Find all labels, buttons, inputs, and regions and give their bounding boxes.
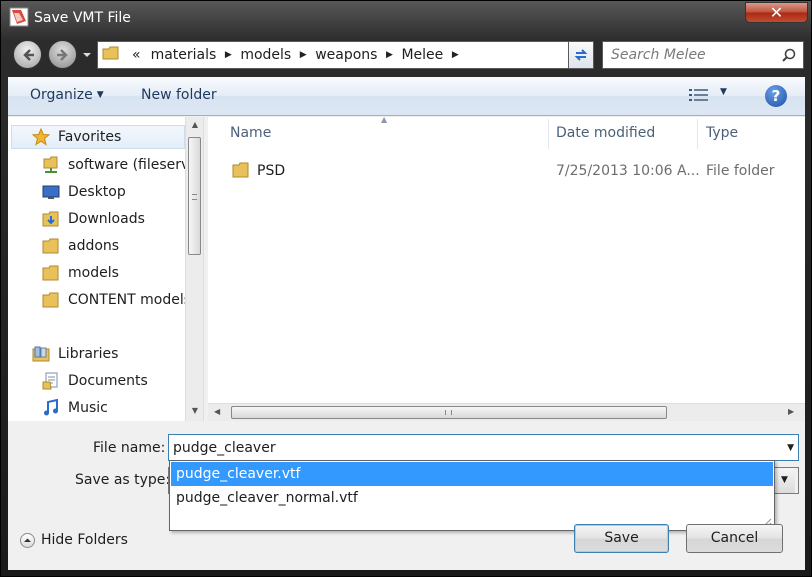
navpane-vertical-scrollbar[interactable]: ▲ ▼ (185, 117, 203, 421)
breadcrumb-item[interactable]: materials ▶ (147, 47, 237, 63)
scrollbar-thumb[interactable] (231, 406, 667, 419)
column-divider[interactable] (548, 119, 549, 149)
nav-addons[interactable]: addons (8, 234, 186, 258)
search-box[interactable] (602, 41, 804, 69)
help-icon: ? (771, 87, 781, 105)
star-icon (32, 128, 50, 146)
nav-music[interactable]: Music (8, 396, 186, 420)
file-list: ▲ Name Date modified Type PSD 7/25/2013 … (208, 115, 805, 421)
refresh-icon (574, 49, 588, 61)
dialog-body: Organize ▼ New folder ▼ ? Favorites soft… (8, 77, 805, 570)
autocomplete-dropdown: pudge_cleaver.vtf pudge_cleaver_normal.v… (169, 460, 775, 531)
file-name-input[interactable] (169, 435, 769, 460)
search-input[interactable] (603, 42, 773, 68)
file-type: File folder (706, 163, 775, 179)
save-button[interactable]: Save (574, 524, 669, 553)
refresh-button[interactable] (568, 41, 594, 69)
new-folder-button[interactable]: New folder (141, 87, 217, 103)
autocomplete-item[interactable]: pudge_cleaver_normal.vtf (171, 486, 773, 510)
documents-icon (42, 372, 58, 390)
chevron-down-icon[interactable]: ▼ (787, 443, 794, 453)
help-button[interactable]: ? (765, 85, 787, 107)
filelist-horizontal-scrollbar[interactable]: ◀ ▶ (208, 403, 805, 421)
column-header-name[interactable]: Name (230, 117, 271, 149)
autocomplete-item[interactable]: pudge_cleaver.vtf (171, 462, 773, 486)
arrow-left-icon (23, 49, 34, 61)
close-button[interactable]: ✕ (745, 2, 808, 23)
file-date: 7/25/2013 10:06 A... (556, 163, 700, 179)
music-icon (44, 399, 58, 416)
organize-button[interactable]: Organize ▼ (30, 87, 104, 103)
scroll-grip-icon (192, 194, 197, 200)
scroll-up-icon[interactable]: ▲ (190, 120, 200, 130)
folder-icon (42, 292, 59, 308)
vmt-app-icon (9, 7, 29, 27)
change-view-button[interactable]: ▼ (688, 87, 738, 107)
file-name-label: File name: (93, 440, 166, 456)
chevron-down-icon: ▼ (96, 90, 104, 100)
column-divider[interactable] (697, 119, 698, 149)
close-icon: ✕ (769, 3, 784, 22)
search-icon[interactable] (781, 48, 797, 64)
folder-icon (232, 162, 249, 178)
chevron-right-icon[interactable]: ▶ (295, 47, 311, 63)
breadcrumb-overflow[interactable]: « (126, 47, 147, 63)
libraries-icon (32, 346, 50, 362)
scroll-left-icon[interactable]: ◀ (214, 407, 220, 416)
column-header-date[interactable]: Date modified (556, 117, 655, 149)
downloads-folder-icon (42, 211, 59, 227)
nav-documents[interactable]: Documents (8, 369, 186, 393)
nav-desktop[interactable]: Desktop (8, 180, 186, 204)
nav-favorites[interactable]: Favorites (11, 125, 185, 149)
scroll-down-icon[interactable]: ▼ (190, 406, 200, 416)
folder-icon (42, 265, 59, 281)
hide-folders-button[interactable]: Hide Folders (20, 532, 128, 548)
scroll-right-icon[interactable]: ▶ (788, 407, 794, 416)
address-bar[interactable]: « materials ▶ models ▶ weapons ▶ Melee ▶ (97, 41, 570, 69)
chevron-down-icon[interactable]: ▼ (720, 87, 727, 97)
chevron-right-icon[interactable]: ▶ (381, 47, 397, 63)
file-row[interactable]: PSD 7/25/2013 10:06 A... File folder (224, 156, 805, 184)
nav-models[interactable]: models (8, 261, 186, 285)
recent-pages-dropdown-icon[interactable] (81, 49, 93, 61)
collapse-up-icon (20, 532, 35, 548)
details-view-icon (689, 89, 708, 101)
save-dialog-window: Save VMT File ✕ « materials ▶ models ▶ wea… (0, 0, 812, 577)
forward-button[interactable] (48, 40, 77, 69)
nav-software-fileserver[interactable]: software (fileserver) (8, 153, 186, 177)
nav-content-models[interactable]: CONTENT models (8, 288, 186, 312)
command-bar: Organize ▼ New folder ▼ ? (8, 77, 805, 116)
arrow-right-icon (57, 49, 68, 61)
breadcrumb-item[interactable]: models ▶ (236, 47, 311, 63)
folder-icon (102, 44, 120, 66)
back-button[interactable] (13, 40, 42, 69)
chevron-down-icon[interactable]: ▼ (773, 468, 795, 493)
file-name: PSD (257, 163, 286, 179)
window-title: Save VMT File (34, 10, 131, 26)
chevron-right-icon[interactable]: ▶ (447, 47, 463, 63)
file-name-combobox[interactable]: ▼ (168, 434, 799, 461)
scroll-grip-icon (445, 410, 452, 415)
desktop-icon (42, 185, 60, 199)
breadcrumb-item[interactable]: Melee ▶ (397, 47, 463, 63)
column-header-type[interactable]: Type (706, 117, 738, 149)
scrollbar-thumb[interactable] (188, 137, 201, 255)
folder-icon (42, 238, 59, 254)
save-as-type-label: Save as type: (75, 472, 171, 488)
navigation-pane: Favorites software (fileserver) Desktop … (8, 117, 204, 421)
title-bar: Save VMT File ✕ (1, 1, 812, 35)
sort-ascending-icon: ▲ (381, 115, 388, 124)
nav-libraries[interactable]: Libraries (8, 342, 186, 366)
network-folder-icon (43, 156, 58, 173)
breadcrumb-item[interactable]: weapons ▶ (311, 47, 397, 63)
chevron-right-icon[interactable]: ▶ (220, 47, 236, 63)
cancel-button[interactable]: Cancel (686, 524, 783, 553)
nav-downloads[interactable]: Downloads (8, 207, 186, 231)
